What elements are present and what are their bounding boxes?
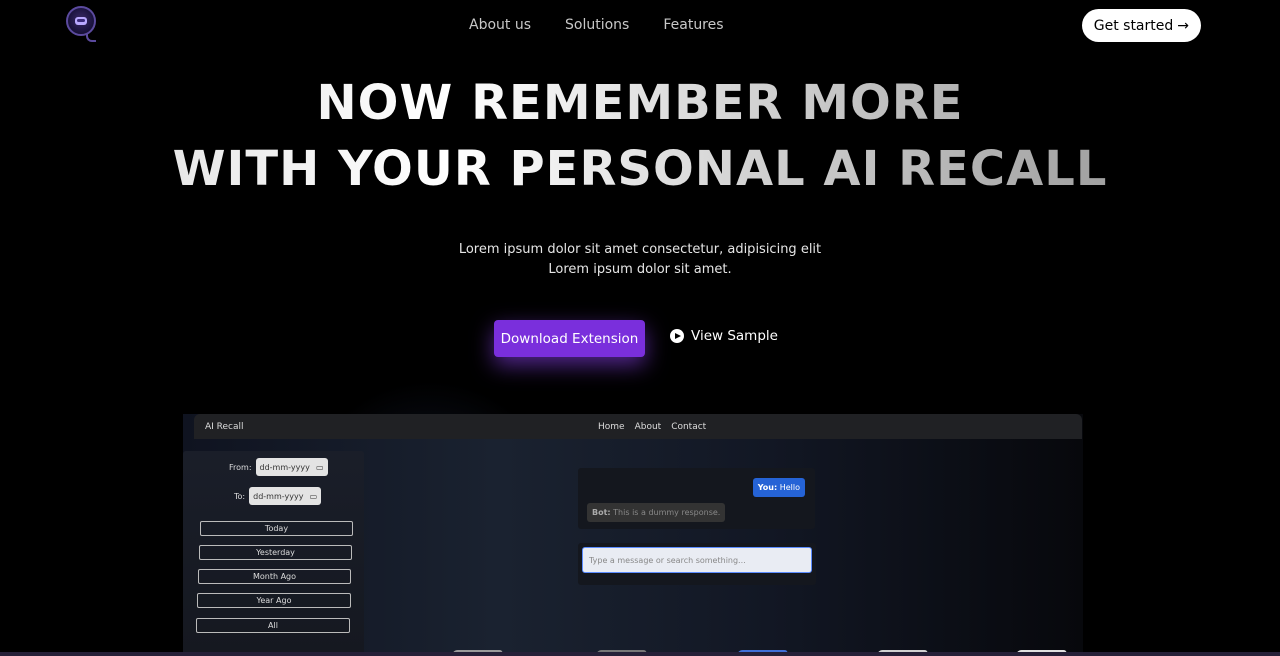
nav-link-features[interactable]: Features — [663, 17, 723, 33]
chat-window: You: Hello Bot: This is a dummy response… — [578, 468, 815, 529]
nav-links: About us Solutions Features — [469, 17, 724, 33]
user-prefix: You: — [757, 483, 778, 492]
app-preview: AI Recall Home About Contact From: dd-mm… — [183, 414, 1083, 656]
hero-title-line-1: NOW REMEMBER MORE — [0, 70, 1280, 136]
robot-eyes-icon — [77, 19, 85, 22]
view-sample-button[interactable]: View Sample — [670, 328, 778, 344]
filter-yesterday-button[interactable]: Yesterday — [199, 545, 352, 560]
from-date-row: From: dd-mm-yyyy ▭ — [229, 458, 328, 476]
nav-link-solutions[interactable]: Solutions — [565, 17, 629, 33]
hero-subtitle: Lorem ipsum dolor sit amet consectetur, … — [0, 240, 1280, 280]
filter-all-button[interactable]: All — [196, 618, 350, 633]
preview-nav-links: Home About Contact — [598, 422, 706, 432]
logo-icon[interactable] — [66, 6, 96, 42]
get-started-label: Get started — [1093, 17, 1174, 34]
hero-title-line-2: WITH YOUR PERSONAL AI RECALL — [0, 136, 1280, 202]
download-extension-button[interactable]: Download Extension — [494, 320, 645, 357]
to-date-row: To: dd-mm-yyyy ▭ — [234, 487, 322, 505]
play-icon — [670, 329, 684, 343]
preview-nav-home[interactable]: Home — [598, 422, 625, 432]
view-sample-label: View Sample — [691, 328, 778, 344]
from-label: From: — [229, 462, 252, 472]
preview-nav-about[interactable]: About — [635, 422, 662, 432]
chat-bubble-tail-icon — [86, 34, 96, 42]
arrow-right-icon: → — [1177, 17, 1189, 34]
preview-navbar: AI Recall Home About Contact — [194, 414, 1082, 439]
from-date-input[interactable]: dd-mm-yyyy ▭ — [255, 458, 328, 476]
user-message-text: Hello — [779, 483, 800, 492]
filter-month-ago-button[interactable]: Month Ago — [198, 569, 351, 584]
top-nav: About us Solutions Features Get started … — [0, 0, 1280, 52]
preview-nav-contact[interactable]: Contact — [671, 422, 706, 432]
bot-message: Bot: This is a dummy response. — [587, 503, 726, 522]
to-date-placeholder: dd-mm-yyyy — [253, 491, 304, 501]
user-message: You: Hello — [752, 478, 805, 497]
filter-today-button[interactable]: Today — [200, 521, 353, 536]
hero-subtitle-line-1: Lorem ipsum dolor sit amet consectetur, … — [458, 242, 822, 257]
preview-brand: AI Recall — [205, 422, 244, 432]
filter-year-ago-button[interactable]: Year Ago — [197, 593, 351, 608]
bot-message-text: This is a dummy response. — [613, 508, 721, 517]
preview-sidebar: From: dd-mm-yyyy ▭ To: dd-mm-yyyy ▭ Toda… — [183, 451, 364, 656]
to-label: To: — [234, 491, 246, 501]
to-date-input[interactable]: dd-mm-yyyy ▭ — [249, 487, 322, 505]
nav-link-about-us[interactable]: About us — [469, 17, 531, 33]
calendar-icon: ▭ — [309, 491, 318, 501]
chat-input[interactable]: Type a message or search something... — [582, 547, 812, 573]
bot-prefix: Bot: — [592, 508, 611, 517]
hero-subtitle-line-2: Lorem ipsum dolor sit amet. — [548, 262, 732, 277]
page-bottom-divider — [0, 652, 1280, 656]
get-started-button[interactable]: Get started → — [1081, 9, 1201, 42]
calendar-icon: ▭ — [315, 462, 324, 472]
from-date-placeholder: dd-mm-yyyy — [259, 462, 310, 472]
chat-input-area: Type a message or search something... — [578, 543, 816, 585]
hero-title: NOW REMEMBER MORE WITH YOUR PERSONAL AI … — [0, 70, 1280, 202]
